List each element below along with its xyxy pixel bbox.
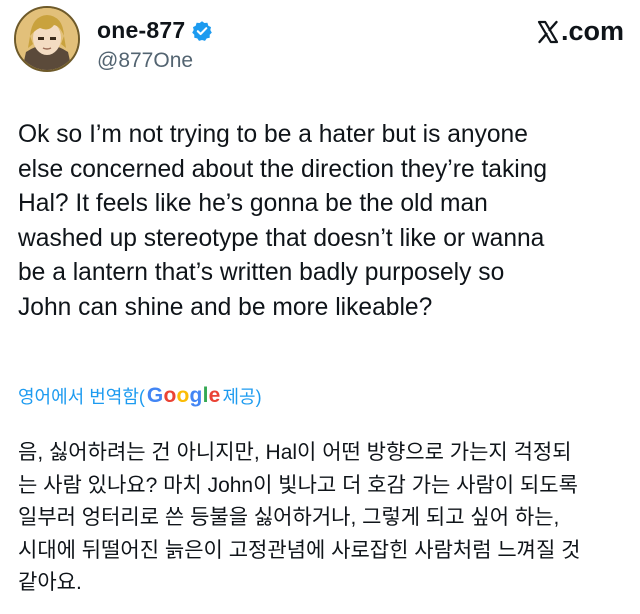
x-com-brand: .com [536, 16, 624, 47]
google-letter-o2: o [176, 384, 190, 407]
display-name[interactable]: one-877 [97, 17, 185, 44]
avatar[interactable] [14, 6, 80, 72]
name-row: one-877 [97, 17, 213, 44]
google-letter-g: G [146, 384, 164, 407]
handle[interactable]: @877One [97, 49, 193, 73]
avatar-image [16, 8, 78, 70]
google-letter-g2: g [189, 384, 203, 407]
translation-label-suffix: 제공) [222, 387, 262, 407]
translation-label-prefix: 영어에서 번역함( [18, 387, 145, 407]
google-letter-o1: o [163, 384, 177, 407]
verified-badge-icon [192, 20, 213, 41]
x-logo-icon [537, 20, 559, 43]
tweet-header: one-877 @877One .com [14, 6, 626, 74]
brand-domain-suffix: .com [560, 16, 624, 46]
google-letter-e: e [208, 384, 221, 407]
google-logo: Google [147, 384, 221, 408]
translated-text: 음, 싫어하려는 건 아니지만, Hal이 어떤 방향으로 가는지 걱정되 는 … [18, 441, 581, 594]
tweet-text: Ok so I’m not trying to be a hater but i… [18, 121, 548, 321]
translation-attribution[interactable]: 영어에서 번역함( Google 제공) [18, 383, 262, 409]
